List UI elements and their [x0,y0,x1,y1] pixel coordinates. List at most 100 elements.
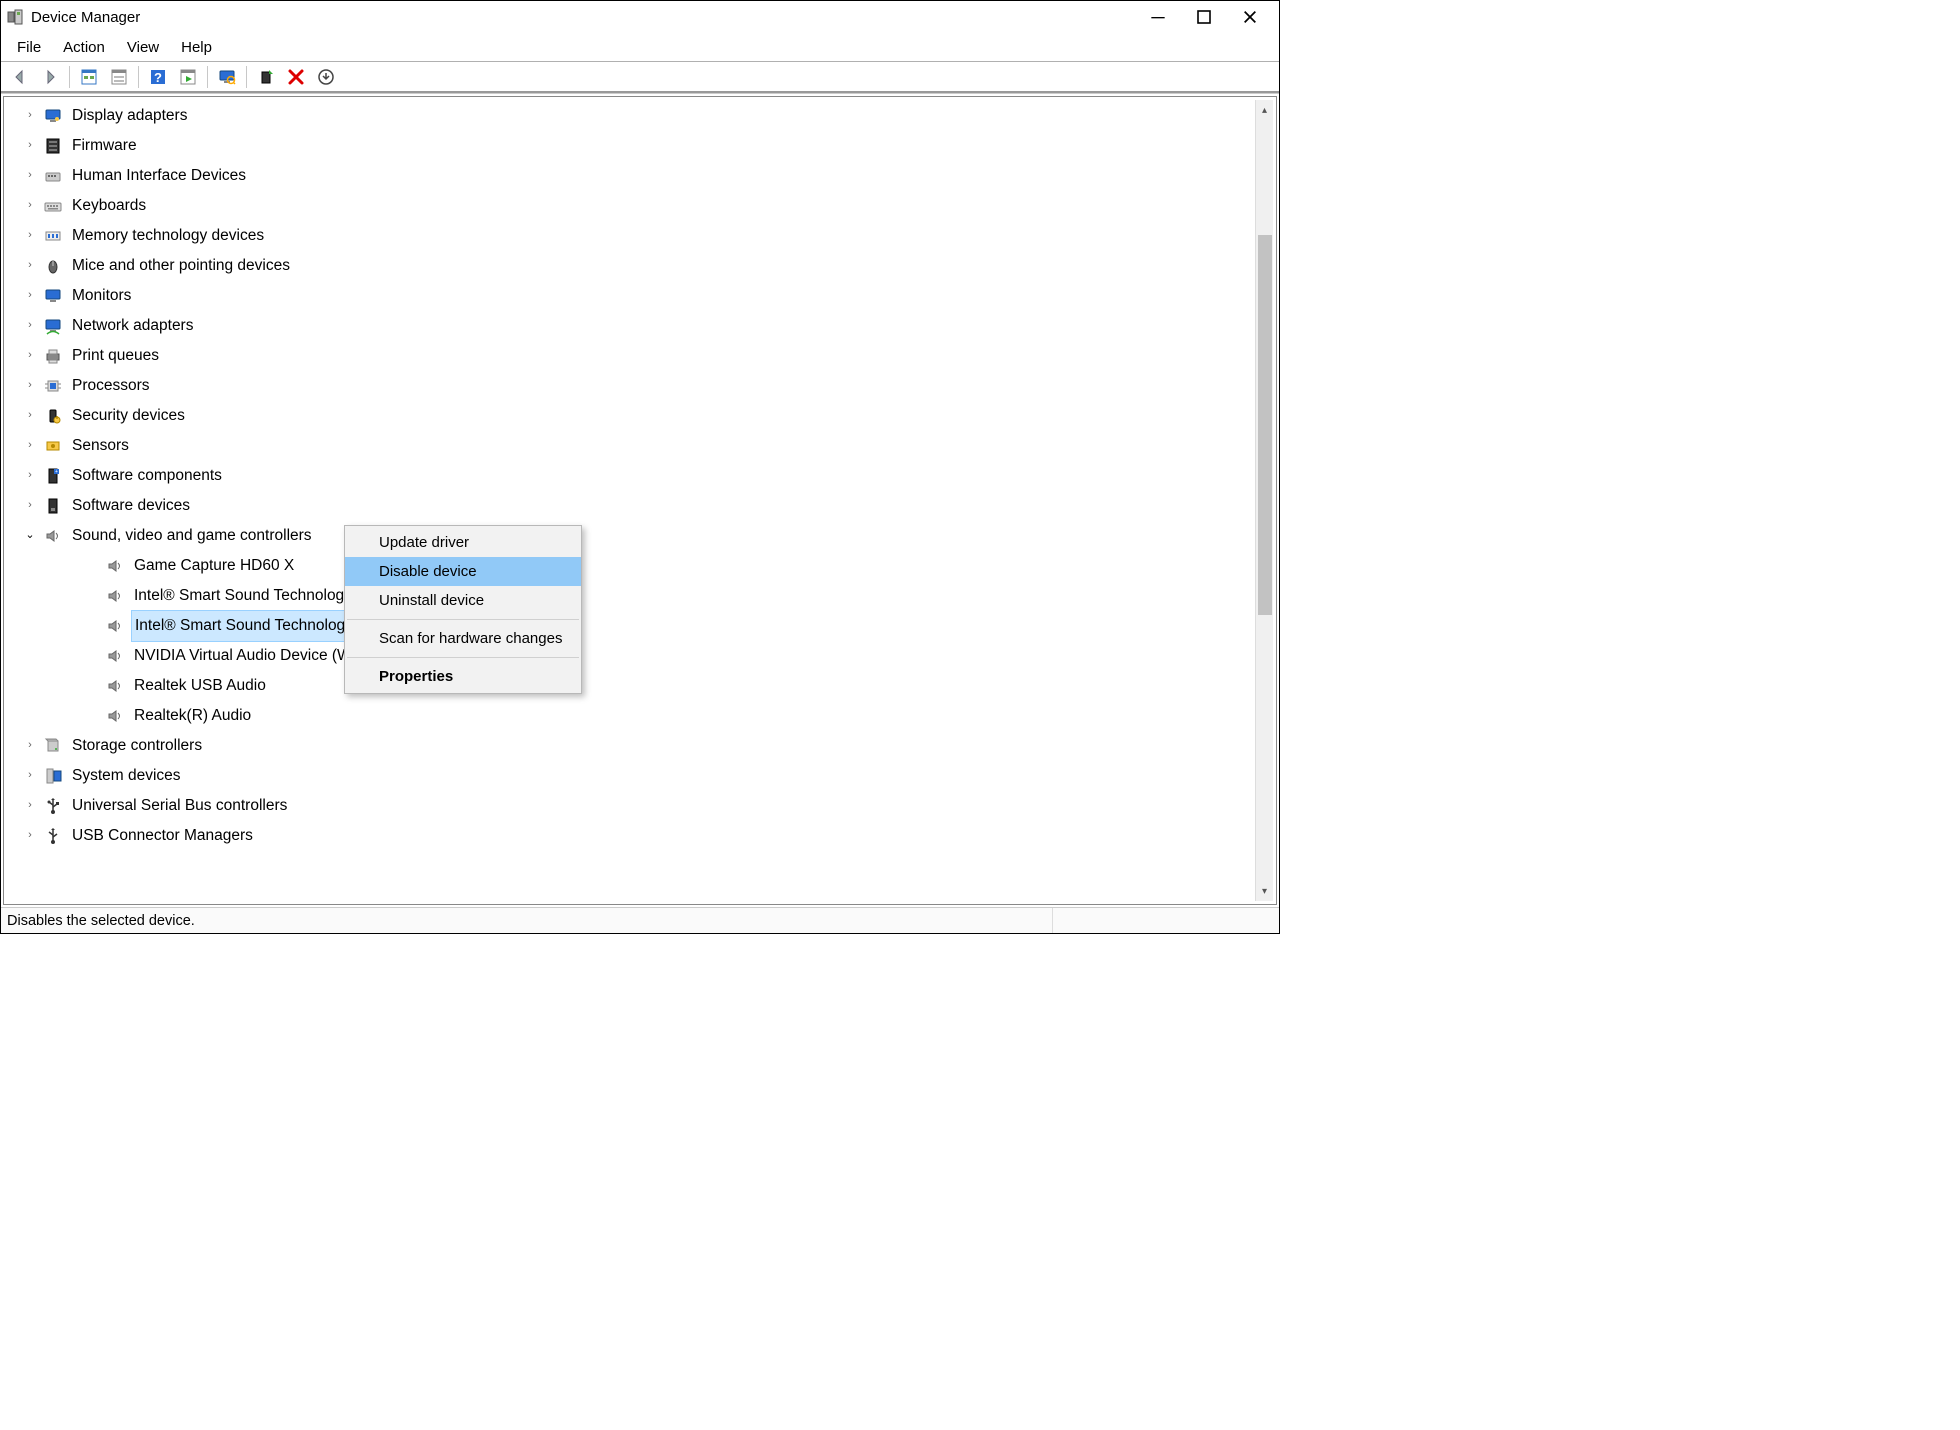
tree-category[interactable]: ›Display adapters [22,101,1276,131]
chevron-right-icon[interactable]: › [22,495,38,516]
tree-category[interactable]: ›Monitors [22,281,1276,311]
toolbar: ? [1,61,1279,93]
chevron-right-icon[interactable]: › [22,765,38,786]
tree-device[interactable]: Intel® Smart Sound Technology for USB Au… [22,611,1276,641]
tool-update-driver[interactable] [252,64,280,90]
tree-category[interactable]: ›Mice and other pointing devices [22,251,1276,281]
menu-file[interactable]: File [7,37,51,58]
printer-icon [42,346,64,366]
tree-category[interactable]: ›Firmware [22,131,1276,161]
tree-category-label: Print queues [69,341,162,371]
toolbar-sep [138,66,139,88]
titlebar[interactable]: Device Manager [1,1,1279,33]
context-menu-item[interactable]: Properties [345,662,581,691]
tree-category[interactable]: ›Security devices [22,401,1276,431]
security-icon [42,406,64,426]
tree-device[interactable]: Realtek USB Audio [22,671,1276,701]
maximize-button[interactable] [1181,1,1227,33]
tree-device[interactable]: NVIDIA Virtual Audio Device (Wave Extens… [22,641,1276,671]
tree-category[interactable]: ›Universal Serial Bus controllers [22,791,1276,821]
context-menu-item[interactable]: Disable device [345,557,581,586]
chevron-down-icon[interactable]: ⌄ [22,525,38,546]
sound-icon [104,676,126,696]
tree-category-label: Sensors [69,431,132,461]
menu-action[interactable]: Action [53,37,115,58]
tool-forward[interactable] [36,64,64,90]
device-tree[interactable]: ›Display adapters›Firmware›Human Interfa… [4,97,1276,861]
context-menu: Update driverDisable deviceUninstall dev… [344,525,582,694]
tree-category[interactable]: ›USB Connector Managers [22,821,1276,851]
scroll-up-icon[interactable]: ▴ [1256,102,1273,118]
tree-category[interactable]: ›System devices [22,761,1276,791]
tree-category[interactable]: ›Memory technology devices [22,221,1276,251]
monitor-icon [42,286,64,306]
close-button[interactable] [1227,1,1273,33]
chevron-right-icon[interactable]: › [22,225,38,246]
storage-icon [42,736,64,756]
scroll-down-icon[interactable]: ▾ [1256,883,1273,899]
sound-icon [104,646,126,666]
tool-run[interactable] [174,64,202,90]
toolbar-sep [246,66,247,88]
context-menu-item[interactable]: Update driver [345,528,581,557]
memory-icon [42,226,64,246]
content-area: ›Display adapters›Firmware›Human Interfa… [1,93,1279,907]
chevron-right-icon[interactable]: › [22,375,38,396]
vertical-scrollbar[interactable]: ▴ ▾ [1255,100,1273,901]
tool-uninstall[interactable] [282,64,310,90]
scroll-thumb[interactable] [1258,235,1272,615]
chevron-right-icon[interactable]: › [22,165,38,186]
tree-device-label: Game Capture HD60 X [131,551,297,581]
usbconn-icon [42,826,64,846]
chevron-right-icon[interactable]: › [22,315,38,336]
tree-device[interactable]: Intel® Smart Sound Technology for Blueto… [22,581,1276,611]
sound-icon [104,706,126,726]
context-menu-item[interactable]: Uninstall device [345,586,581,615]
sound-icon [42,526,64,546]
chevron-right-icon[interactable]: › [22,105,38,126]
usb-icon [42,796,64,816]
chevron-right-icon[interactable]: › [22,285,38,306]
tool-show-hidden[interactable] [75,64,103,90]
chevron-right-icon[interactable]: › [22,795,38,816]
tree-category[interactable]: › Sensors [22,431,1276,461]
tree-category-label: Software devices [69,491,193,521]
status-text: Disables the selected device. [7,913,607,929]
tree-category[interactable]: › Processors [22,371,1276,401]
minimize-button[interactable] [1135,1,1181,33]
context-menu-separator [347,619,579,620]
tool-scan-hardware[interactable] [312,64,340,90]
tree-category-label: Software components [69,461,225,491]
chevron-right-icon[interactable]: › [22,255,38,276]
tree-category[interactable]: ›Storage controllers [22,731,1276,761]
chevron-right-icon[interactable]: › [22,135,38,156]
tree-category[interactable]: ›+Software components [22,461,1276,491]
swdev-icon [42,496,64,516]
system-icon [42,766,64,786]
tree-category[interactable]: ›Network adapters [22,311,1276,341]
chevron-right-icon[interactable]: › [22,195,38,216]
tree-category[interactable]: ›Keyboards [22,191,1276,221]
tool-properties-sheet[interactable] [105,64,133,90]
tree-category[interactable]: ⌄Sound, video and game controllers [22,521,1276,551]
tree-category-label: Processors [69,371,153,401]
tool-help[interactable]: ? [144,64,172,90]
tree-device[interactable]: Realtek(R) Audio [22,701,1276,731]
context-menu-item[interactable]: Scan for hardware changes [345,624,581,653]
menu-view[interactable]: View [117,37,169,58]
chevron-right-icon[interactable]: › [22,345,38,366]
tree-device[interactable]: Game Capture HD60 X [22,551,1276,581]
tool-back[interactable] [6,64,34,90]
chevron-right-icon[interactable]: › [22,825,38,846]
tree-category[interactable]: ›Human Interface Devices [22,161,1276,191]
firmware-icon [42,136,64,156]
menu-help[interactable]: Help [171,37,222,58]
tree-category[interactable]: › Software devices [22,491,1276,521]
tree-category[interactable]: › Print queues [22,341,1276,371]
chevron-right-icon[interactable]: › [22,735,38,756]
chevron-right-icon[interactable]: › [22,435,38,456]
chevron-right-icon[interactable]: › [22,465,38,486]
sound-icon [104,586,126,606]
tool-monitor[interactable] [213,64,241,90]
chevron-right-icon[interactable]: › [22,405,38,426]
